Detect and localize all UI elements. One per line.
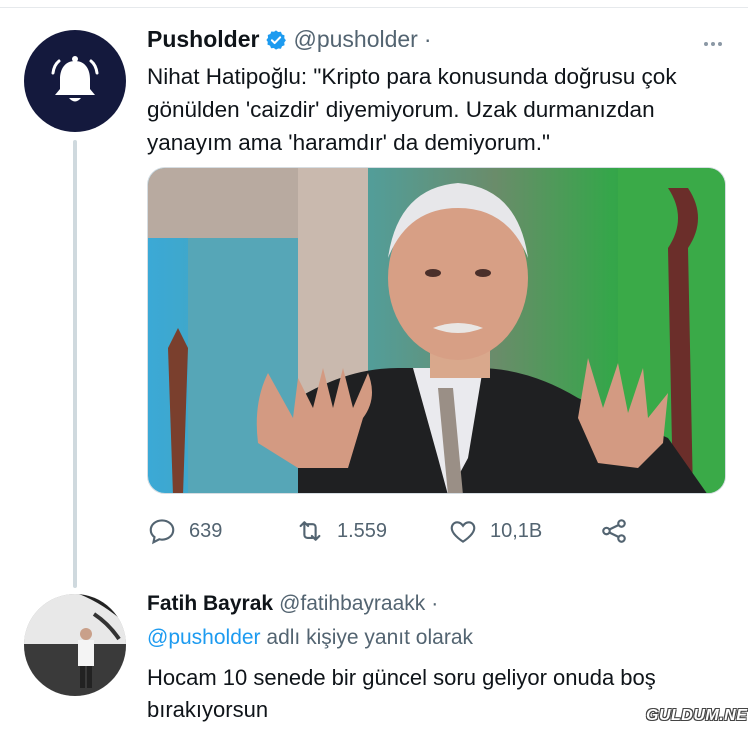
reply-to-suffix: adlı kişiye yanıt olarak <box>260 626 473 649</box>
reply-count: 639 <box>189 519 223 542</box>
author-handle[interactable]: @pusholder <box>293 26 417 53</box>
photo-illustration <box>148 168 725 493</box>
reply-to-line: @pusholder adlı kişiye yanıt olarak <box>147 626 473 650</box>
site-watermark: GULDUM.NET <box>646 707 748 724</box>
tweet-actions-bar: 639 1.559 10,1B <box>147 516 647 550</box>
tweet-text: Nihat Hatipoğlu: "Kripto para konusunda … <box>147 64 677 155</box>
avatar-photo <box>24 594 126 696</box>
separator-dot: · <box>423 26 432 52</box>
more-options-icon[interactable] <box>704 42 722 46</box>
share-icon <box>602 519 626 543</box>
heart-icon <box>450 521 476 543</box>
retweet-action[interactable]: 1.559 <box>295 516 387 546</box>
like-count: 10,1B <box>490 519 543 542</box>
bell-icon <box>51 56 99 102</box>
tweet-header: Pusholder @pusholder · <box>147 26 432 53</box>
retweet-count: 1.559 <box>337 519 388 542</box>
pusholder-avatar[interactable] <box>24 30 126 132</box>
verified-badge-icon <box>266 29 287 50</box>
like-action[interactable]: 10,1B <box>448 516 542 546</box>
fatih-avatar[interactable] <box>24 594 126 696</box>
reply-author-handle[interactable]: @fatihbayraakk <box>279 592 425 616</box>
retweet-icon <box>299 521 321 541</box>
tweet-photo[interactable] <box>147 167 726 494</box>
share-action[interactable] <box>599 516 629 546</box>
reply-action[interactable]: 639 <box>147 516 222 546</box>
top-divider <box>0 0 748 8</box>
reply-header: Fatih Bayrak @fatihbayraakk · <box>147 592 438 616</box>
reply-author-name[interactable]: Fatih Bayrak <box>147 592 273 616</box>
author-name[interactable]: Pusholder <box>147 26 259 53</box>
thread-connector-line <box>73 140 77 588</box>
reply-icon <box>149 519 175 545</box>
reply-to-mention[interactable]: @pusholder <box>147 626 261 649</box>
reply-text: Hocam 10 senede bir güncel soru geliyor … <box>147 665 656 722</box>
reply-separator-dot: · <box>431 592 439 615</box>
